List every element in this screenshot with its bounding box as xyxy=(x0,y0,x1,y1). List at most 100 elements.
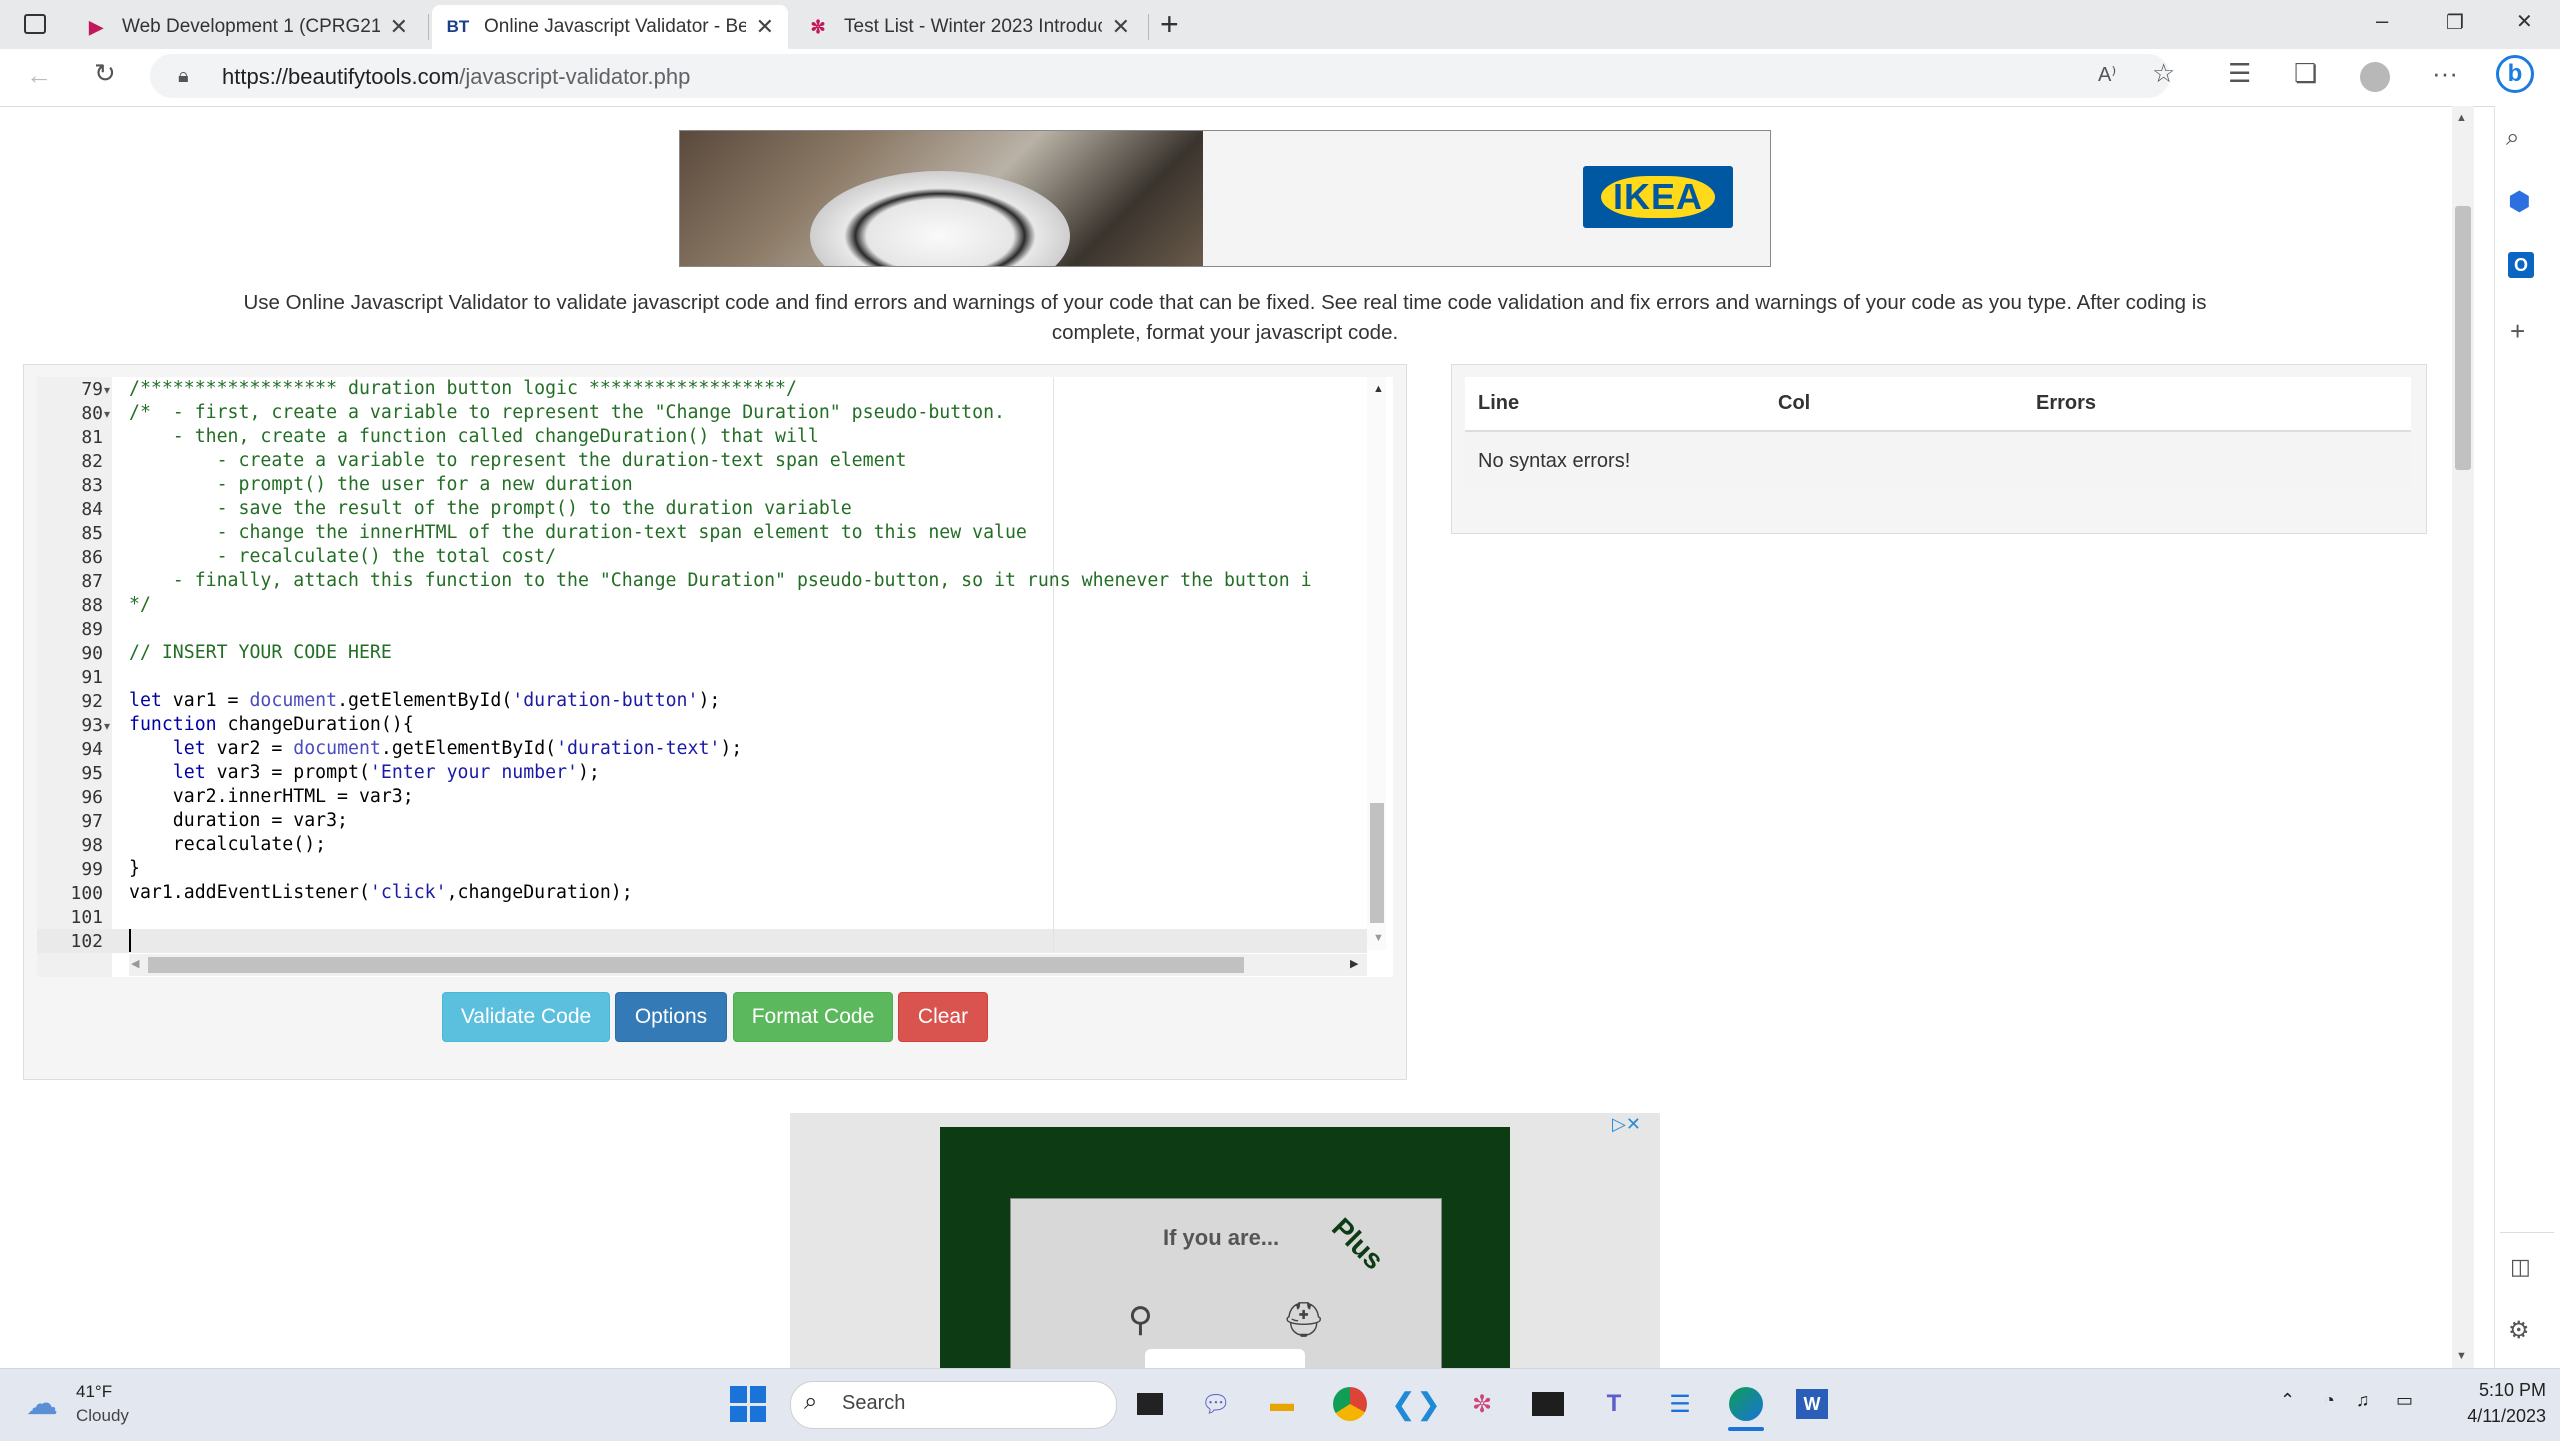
search-icon[interactable]: ⌕ xyxy=(2506,124,2519,152)
word-icon[interactable]: W xyxy=(1792,1384,1832,1424)
plate-image xyxy=(810,171,1070,266)
code-line[interactable]: var1.addEventListener('click',changeDura… xyxy=(129,882,633,903)
active-app-indicator xyxy=(1728,1427,1764,1431)
line-number: 79 xyxy=(81,379,103,400)
fold-toggle-icon[interactable]: ▾ xyxy=(104,407,110,421)
close-window-button[interactable]: ✕ xyxy=(2516,9,2533,34)
close-tab-icon[interactable]: ✕ xyxy=(1112,14,1130,40)
shopping-icon[interactable]: ⬢ xyxy=(2508,186,2531,217)
taskbar-date[interactable]: 4/11/2023 xyxy=(2440,1406,2546,1427)
code-line[interactable]: - prompt() the user for a new duration xyxy=(129,474,633,495)
code-line[interactable]: function changeDuration(){ xyxy=(129,714,414,735)
snipping-app-icon[interactable]: ✼ xyxy=(1462,1384,1502,1424)
show-hidden-icons-icon[interactable]: ⌃ xyxy=(2280,1390,2295,1411)
editor-scroll-left-icon[interactable]: ◀ xyxy=(131,957,139,970)
editor-scroll-right-icon[interactable]: ▶ xyxy=(1350,957,1358,970)
code-line[interactable]: let var3 = prompt('Enter your number'); xyxy=(129,762,600,783)
windows-start-icon[interactable] xyxy=(730,1386,766,1422)
weather-temperature[interactable]: 41°F xyxy=(76,1382,112,1402)
collections-icon[interactable]: ❏ xyxy=(2294,58,2317,89)
code-line[interactable]: - finally, attach this function to the "… xyxy=(129,570,1312,591)
code-line[interactable]: let var2 = document.getElementById('dura… xyxy=(129,738,742,759)
scroll-up-arrow-icon[interactable]: ▲ xyxy=(2456,112,2467,124)
taskbar-search-box[interactable] xyxy=(790,1381,1117,1429)
favorites-icon[interactable]: ☰ xyxy=(2228,58,2251,89)
weather-description[interactable]: Cloudy xyxy=(76,1406,129,1426)
code-line[interactable]: var2.innerHTML = var3; xyxy=(129,786,414,807)
restore-button[interactable]: ❐ xyxy=(2446,10,2464,35)
validate-code-button[interactable]: Validate Code xyxy=(442,992,610,1042)
notepad-icon[interactable]: ☰ xyxy=(1660,1384,1700,1424)
ikea-logo-text: IKEA xyxy=(1600,176,1715,218)
bing-chat-icon[interactable]: b xyxy=(2496,55,2534,93)
lock-icon[interactable]: 🔒︎ xyxy=(178,65,189,88)
hide-sidebar-icon[interactable]: ◫ xyxy=(2510,1254,2531,1280)
chrome-icon[interactable] xyxy=(1330,1384,1370,1424)
code-line[interactable]: - create a variable to represent the dur… xyxy=(129,450,907,471)
teams-icon[interactable]: T xyxy=(1594,1384,1634,1424)
editor-scroll-down-icon[interactable]: ▼ xyxy=(1373,932,1384,944)
wifi-icon[interactable]: ◔ xyxy=(2324,1390,2335,1411)
line-number: 80 xyxy=(81,403,103,424)
code-line[interactable]: let var1 = document.getElementById('dura… xyxy=(129,690,720,711)
ad-photo xyxy=(680,131,1203,266)
line-number: 84 xyxy=(81,499,103,520)
ikea-ad-banner[interactable]: IKEA xyxy=(679,130,1771,267)
fold-toggle-icon[interactable]: ▾ xyxy=(104,719,110,733)
more-icon[interactable]: ··· xyxy=(2432,58,2458,89)
new-tab-button[interactable]: + xyxy=(1160,6,1179,43)
profile-avatar[interactable] xyxy=(2360,62,2390,92)
clear-button[interactable]: Clear xyxy=(898,992,988,1042)
code-line[interactable]: // INSERT YOUR CODE HERE xyxy=(129,642,392,663)
task-view-icon[interactable] xyxy=(1130,1384,1170,1424)
volume-icon[interactable]: ♫ xyxy=(2356,1390,2370,1411)
code-line[interactable]: /****************** duration button logi… xyxy=(129,378,797,399)
tab-actions-icon[interactable] xyxy=(24,14,46,34)
tab-title: Web Development 1 (CPRG213-F xyxy=(122,16,380,37)
taskbar-time[interactable]: 5:10 PM xyxy=(2452,1380,2546,1401)
ad-choices-icon[interactable]: ▷✕ xyxy=(1612,1114,1641,1135)
fold-toggle-icon[interactable]: ▾ xyxy=(104,383,110,397)
tab-javascript-validator[interactable]: BT Online Javascript Validator - Beau ✕ xyxy=(432,5,788,49)
favorite-star-icon[interactable]: ☆ xyxy=(2152,58,2175,89)
outlook-icon[interactable]: O xyxy=(2508,252,2534,278)
code-line[interactable]: /* - first, create a variable to represe… xyxy=(129,402,1005,423)
ikea-logo: IKEA xyxy=(1583,166,1733,228)
close-tab-icon[interactable]: ✕ xyxy=(390,14,408,40)
add-sidebar-app-icon[interactable]: + xyxy=(2510,316,2525,347)
format-code-button[interactable]: Format Code xyxy=(733,992,893,1042)
edge-browser-icon[interactable] xyxy=(1726,1384,1766,1424)
code-line[interactable]: - save the result of the prompt() to the… xyxy=(129,498,852,519)
terminal-icon[interactable] xyxy=(1528,1384,1568,1424)
editor-horizontal-scroll-thumb[interactable] xyxy=(148,957,1244,973)
editor-vertical-scroll-thumb[interactable] xyxy=(1370,803,1384,923)
vscode-icon[interactable]: ❮❯ xyxy=(1391,1384,1441,1424)
cloudy-weather-icon[interactable]: ☁ xyxy=(26,1384,58,1422)
line-number: 102 xyxy=(70,931,103,952)
page-scrollbar-thumb[interactable] xyxy=(2455,206,2471,470)
code-line[interactable]: } xyxy=(129,858,140,879)
tab-test-list[interactable]: ✼ Test List - Winter 2023 Introducti ✕ xyxy=(792,5,1144,49)
no-errors-message: No syntax errors! xyxy=(1478,450,1631,472)
code-line[interactable]: - change the innerHTML of the duration-t… xyxy=(129,522,1027,543)
editor-scroll-up-icon[interactable]: ▲ xyxy=(1373,383,1384,395)
refresh-icon[interactable]: ↻ xyxy=(94,58,116,89)
back-icon[interactable]: ← xyxy=(26,60,52,91)
url-text[interactable]: https://beautifytools.com/javascript-val… xyxy=(222,64,690,90)
code-line[interactable]: recalculate(); xyxy=(129,834,326,855)
settings-gear-icon[interactable]: ⚙ xyxy=(2508,1316,2530,1345)
battery-icon[interactable]: ▭ xyxy=(2396,1390,2413,1411)
tab-web-development[interactable]: ▶ Web Development 1 (CPRG213-F ✕ xyxy=(70,5,422,49)
read-aloud-icon[interactable]: A⁾ xyxy=(2098,62,2116,87)
teams-chat-icon[interactable]: 💬︎ xyxy=(1196,1384,1236,1424)
close-tab-icon[interactable]: ✕ xyxy=(756,14,774,40)
code-line[interactable]: - recalculate() the total cost/ xyxy=(129,546,556,567)
minimize-button[interactable]: – xyxy=(2376,8,2388,34)
tab-divider xyxy=(1148,14,1149,40)
scroll-down-arrow-icon[interactable]: ▼ xyxy=(2456,1350,2467,1362)
code-line[interactable]: duration = var3; xyxy=(129,810,348,831)
code-line[interactable]: - then, create a function called changeD… xyxy=(129,426,819,447)
options-button[interactable]: Options xyxy=(615,992,727,1042)
code-line[interactable]: */ xyxy=(129,594,151,615)
file-explorer-icon[interactable]: ▬ xyxy=(1262,1384,1302,1424)
